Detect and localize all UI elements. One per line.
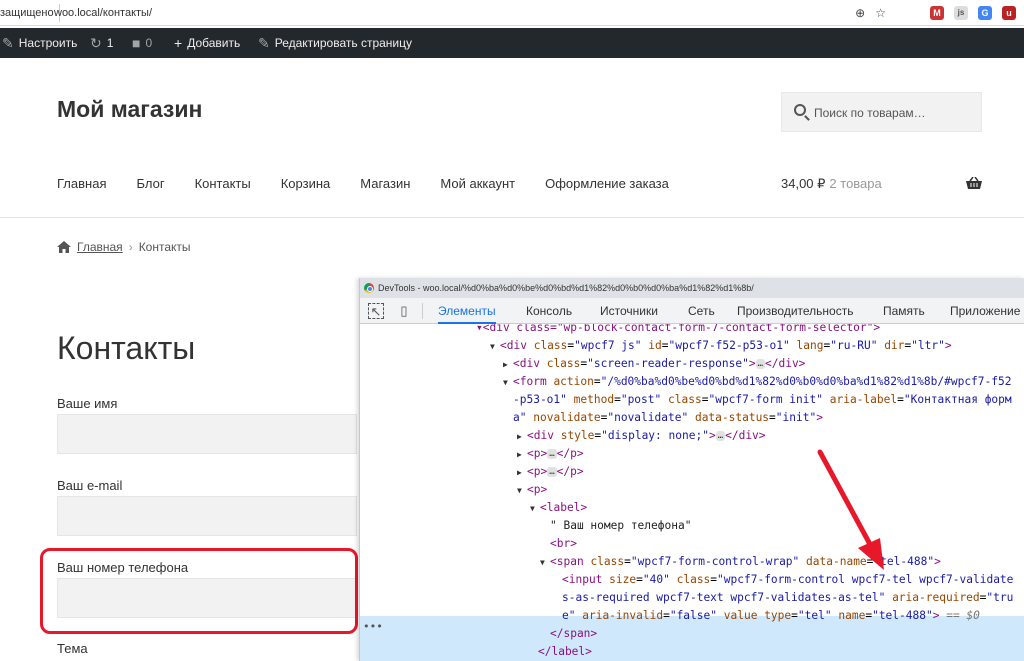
admin-edit-page[interactable]: ✎ Редактировать страницу: [258, 28, 412, 58]
selected-dom-line[interactable]: e" aria-invalid="false" value type="tel"…: [562, 607, 980, 625]
devtools-window: DevTools - woo.local/%d0%ba%d0%be%d0%bd%…: [359, 278, 1024, 661]
nav-item-contacts[interactable]: Контакты: [195, 176, 251, 191]
secure-label[interactable]: защищено: [0, 4, 60, 22]
devtools-window-title: DevTools - woo.local/%d0%ba%d0%be%d0%bd%…: [378, 283, 754, 293]
cart-summary[interactable]: 34,00 ₽2 товара: [781, 176, 882, 192]
translate-extension-icon[interactable]: G: [978, 6, 992, 20]
home-icon[interactable]: [57, 241, 71, 253]
bookmark-star-icon[interactable]: ☆: [875, 6, 886, 20]
page-title: Контакты: [57, 330, 196, 366]
breadcrumb-current: Контакты: [138, 240, 191, 254]
dom-line[interactable]: </label>: [538, 643, 592, 661]
dom-line[interactable]: <br>: [550, 535, 577, 553]
breadcrumb-home[interactable]: Главная: [77, 240, 123, 254]
toolbar-separator: [422, 303, 423, 319]
basket-icon[interactable]: [966, 177, 982, 189]
comment-icon: ■: [132, 35, 141, 51]
zoom-icon[interactable]: ⊕: [855, 6, 865, 20]
selected-dom-line[interactable]: <input size="40" class="wpcf7-form-contr…: [562, 571, 1013, 589]
nav-item-cart[interactable]: Корзина: [281, 176, 331, 191]
nav-item-blog[interactable]: Блог: [136, 176, 164, 191]
selected-dom-line[interactable]: s-as-required wpcf7-text wpcf7-validates…: [562, 589, 1013, 607]
pencil-icon: ✎: [258, 35, 270, 51]
nav-item-account[interactable]: Мой аккаунт: [440, 176, 515, 191]
tab-elements[interactable]: Элементы: [438, 298, 496, 324]
brush-icon: ✎: [2, 35, 14, 51]
dom-line[interactable]: ▶ <div class="screen-reader-response">… </…: [503, 355, 805, 373]
tab-performance[interactable]: Производительность: [737, 298, 853, 324]
breadcrumb: Главная › Контакты: [57, 240, 191, 254]
dom-line[interactable]: ▶ <p>… </p>: [517, 445, 584, 463]
dom-tree: ••• ▾<div class="wp-block-contact-form-7…: [360, 324, 1024, 661]
field-label-email: Ваш e-mail: [57, 478, 123, 493]
header-divider: [0, 217, 1024, 218]
search-placeholder: Поиск по товарам…: [814, 106, 926, 120]
dom-line[interactable]: </span>: [550, 625, 597, 643]
dom-line[interactable]: " Ваш номер телефона": [550, 517, 691, 535]
collapsed-ellipsis[interactable]: …: [755, 359, 765, 369]
tab-memory[interactable]: Память: [883, 298, 925, 324]
cart-total: 34,00 ₽: [781, 176, 826, 191]
dom-line[interactable]: ▼ <p>: [517, 481, 547, 499]
dom-line[interactable]: ▶ <div style="display: none;">… </div>: [517, 427, 766, 445]
dom-line[interactable]: -p53-o1" method="post" class="wpcf7-form…: [513, 391, 1012, 409]
cart-count: 2 товара: [829, 176, 882, 191]
nav-item-shop[interactable]: Магазин: [360, 176, 410, 191]
devtools-titlebar: DevTools - woo.local/%d0%ba%d0%be%d0%bd%…: [360, 278, 1024, 298]
search-icon: [794, 104, 806, 116]
product-search-input[interactable]: Поиск по товарам…: [781, 92, 982, 132]
name-input[interactable]: [57, 414, 357, 454]
tab-sources[interactable]: Источники: [600, 298, 658, 324]
node-menu-dots[interactable]: •••: [363, 620, 383, 633]
devtools-tabbar: ↖ ▯ Элементы Консоль Источники Сеть Прои…: [360, 298, 1024, 324]
nav-item-home[interactable]: Главная: [57, 176, 106, 191]
tab-network[interactable]: Сеть: [688, 298, 715, 324]
dom-line[interactable]: ▼ <form action="/%d0%ba%d0%be%d0%bd%d1%82…: [503, 373, 1011, 391]
tab-console[interactable]: Консоль: [526, 298, 572, 324]
dom-line[interactable]: ▼ <span class="wpcf7-form-control-wrap" d…: [540, 553, 941, 571]
admin-updates[interactable]: ↻ 1: [90, 28, 113, 58]
inspect-element-icon[interactable]: ↖: [368, 303, 384, 319]
dom-line[interactable]: ▶ <p>… </p>: [517, 463, 584, 481]
url-field[interactable]: woo.local/контакты/: [54, 4, 152, 22]
dom-line[interactable]: ▾<div class="wp-block-contact-form-7-con…: [476, 324, 880, 337]
tab-application[interactable]: Приложение: [950, 298, 1020, 324]
dom-line[interactable]: ▼ <label>: [530, 499, 587, 517]
field-label-subject: Тема: [57, 641, 88, 656]
shield-extension-icon[interactable]: u: [1002, 6, 1016, 20]
site-title[interactable]: Мой магазин: [57, 96, 202, 123]
chrome-icon: [364, 283, 374, 293]
admin-add-new[interactable]: + Добавить: [174, 28, 240, 58]
email-input[interactable]: [57, 496, 357, 536]
mail-extension-icon[interactable]: M: [930, 6, 944, 20]
dom-line[interactable]: ▼ <div class="wpcf7 js" id="wpcf7-f52-p53…: [490, 337, 952, 355]
admin-comments[interactable]: ■ 0: [132, 28, 152, 58]
js-extension-icon[interactable]: js: [954, 6, 968, 20]
breadcrumb-separator: ›: [128, 240, 133, 254]
browser-toolbar-icons: ⊕ ☆ M js G u: [855, 4, 1016, 22]
refresh-icon: ↻: [90, 35, 102, 51]
plus-icon: +: [174, 35, 183, 51]
device-toolbar-icon[interactable]: ▯: [396, 303, 412, 319]
admin-customize[interactable]: ✎ Настроить: [2, 28, 77, 58]
primary-nav: Главная Блог Контакты Корзина Магазин Мо…: [57, 176, 699, 191]
browser-address-bar: защищено woo.local/контакты/ ⊕ ☆ M js G …: [0, 0, 1024, 26]
phone-field-highlight: [40, 548, 358, 634]
field-label-name: Ваше имя: [57, 396, 118, 411]
wp-admin-bar: ✎ Настроить ↻ 1 ■ 0 + Добавить ✎ Редакти…: [0, 28, 1024, 58]
nav-item-checkout[interactable]: Оформление заказа: [545, 176, 669, 191]
dom-line[interactable]: а" novalidate="novalidate" data-status="…: [513, 409, 823, 427]
